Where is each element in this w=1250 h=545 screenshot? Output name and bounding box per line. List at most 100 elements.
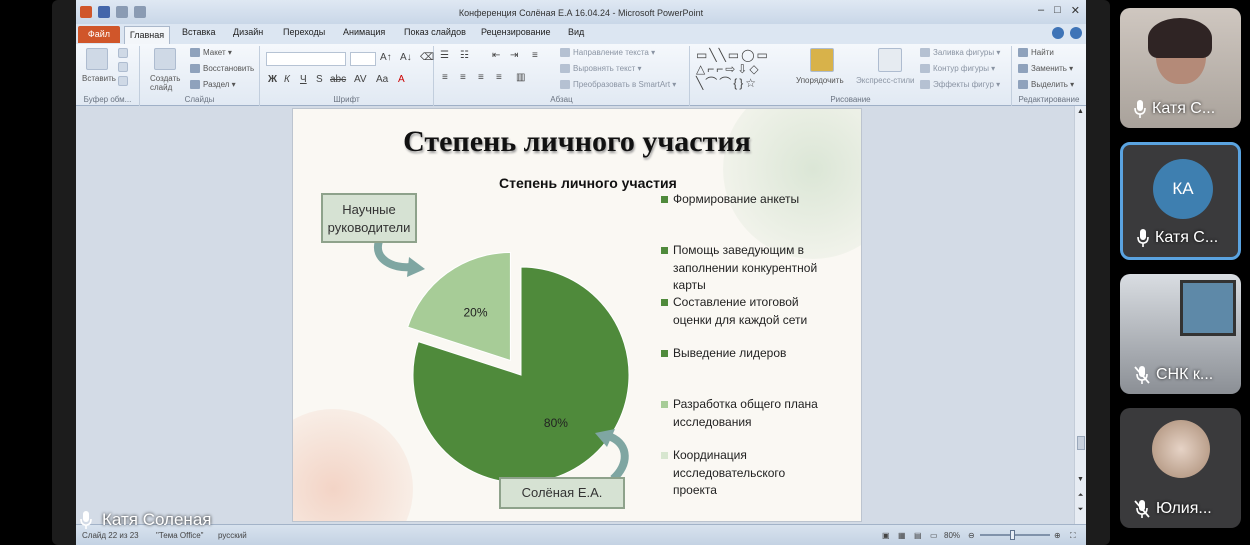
arrange-button[interactable]: Упорядочить [796, 76, 844, 85]
font-size-select[interactable] [350, 52, 376, 66]
paste-button[interactable]: Вставить [82, 74, 116, 83]
slides-group: Создать слайд Макет ▾ Восстановить Разде… [140, 46, 260, 106]
vertical-scrollbar[interactable]: ▲ ▼ ⏶ ⏷ [1074, 106, 1086, 524]
help-icon[interactable] [1070, 27, 1082, 39]
quick-styles-icon[interactable] [878, 48, 902, 72]
zoom-level[interactable]: 80% [944, 531, 960, 540]
zoom-slider-knob[interactable] [1010, 530, 1015, 540]
find-button[interactable]: Найти [1018, 48, 1054, 58]
align-right-icon[interactable]: ≡ [478, 72, 484, 83]
font-family-select[interactable] [266, 52, 346, 66]
justify-icon[interactable]: ≡ [496, 72, 502, 83]
editing-group-label: Редактирование [1018, 95, 1080, 104]
legend-swatch [661, 247, 668, 254]
char-spacing-button[interactable]: AV [354, 74, 367, 85]
new-slide-icon[interactable] [154, 48, 176, 70]
scroll-thumb[interactable] [1077, 436, 1085, 450]
shape-effects-button[interactable]: Эффекты фигур ▾ [920, 80, 1000, 90]
zoom-slider[interactable] [980, 530, 1050, 540]
next-slide-icon[interactable]: ⏷ [1075, 506, 1086, 514]
participant-tile-active[interactable]: КА Катя С... [1120, 142, 1241, 260]
tab-animation[interactable]: Анимация [343, 27, 385, 37]
align-center-icon[interactable]: ≡ [460, 72, 466, 83]
tab-review[interactable]: Рецензирование [481, 27, 551, 37]
indent-increase-icon[interactable]: ⇥ [510, 50, 518, 61]
arrange-icon[interactable] [810, 48, 834, 72]
bullets-icon[interactable]: ☰ [440, 50, 449, 61]
numbering-icon[interactable]: ☷ [460, 50, 469, 61]
change-case-button[interactable]: Aa [376, 74, 388, 85]
line-spacing-icon[interactable]: ≡ [532, 50, 538, 61]
bold-button[interactable]: Ж [268, 74, 277, 85]
participant-tile[interactable]: Юлия... [1120, 408, 1241, 528]
shapes-gallery[interactable]: ▭╲╲▭◯▭ △⌐⌐⇨⇩◇ ╲⌒⌒{}☆ [696, 48, 786, 90]
close-icon[interactable]: ✕ [1071, 4, 1080, 17]
tab-file[interactable]: Файл [78, 26, 120, 43]
select-label: Выделить [1031, 80, 1068, 89]
replace-button[interactable]: Заменить ▾ [1018, 64, 1073, 74]
minimize-icon[interactable]: – [1038, 4, 1044, 17]
layout-button[interactable]: Макет ▾ [190, 48, 232, 58]
slide[interactable]: Степень личного участия 20% 80% Степень … [292, 108, 862, 522]
section-button[interactable]: Раздел ▾ [190, 80, 236, 90]
align-text-button[interactable]: Выровнять текст ▾ [560, 64, 642, 74]
language[interactable]: русский [218, 531, 247, 540]
zoom-out-icon[interactable]: ⊖ [968, 531, 975, 540]
reset-button[interactable]: Восстановить [190, 64, 254, 74]
tab-transitions[interactable]: Переходы [283, 27, 325, 37]
tab-home[interactable]: Главная [124, 26, 170, 44]
prev-slide-icon[interactable]: ⏶ [1075, 492, 1086, 500]
underline-button[interactable]: Ч [300, 74, 307, 85]
participant-name: СНК к... [1134, 366, 1213, 384]
legend-label: Выведение лидеров [673, 346, 787, 360]
align-left-icon[interactable]: ≡ [442, 72, 448, 83]
tab-view[interactable]: Вид [568, 27, 584, 37]
maximize-icon[interactable]: □ [1054, 4, 1061, 17]
new-slide-button[interactable]: Создать слайд [150, 74, 184, 92]
slideshow-view-icon[interactable]: ▭ [930, 531, 938, 540]
ribbon-collapse-icon[interactable] [1052, 27, 1064, 39]
tab-insert[interactable]: Вставка [182, 27, 215, 37]
legend-item: Составление итоговой оценки для каждой с… [661, 294, 831, 329]
reading-view-icon[interactable]: ▤ [914, 531, 922, 540]
callout-supervisors[interactable]: Научные руководители [321, 193, 417, 243]
italic-button[interactable]: К [284, 74, 290, 85]
copy-icon[interactable] [118, 62, 128, 72]
columns-icon[interactable]: ▥ [516, 72, 525, 83]
callout-arrow-top-head [407, 257, 425, 277]
indent-decrease-icon[interactable]: ⇤ [492, 50, 500, 61]
zoom-in-icon[interactable]: ⊕ [1054, 531, 1061, 540]
scroll-up-icon[interactable]: ▲ [1075, 108, 1086, 115]
ribbon: Вставить Буфер обм... Создать слайд Маке… [76, 44, 1086, 106]
font-color-button[interactable]: A [398, 74, 405, 85]
strikethrough-button[interactable]: abc [330, 74, 346, 85]
text-direction-button[interactable]: Направление текста ▾ [560, 48, 655, 58]
shadow-button[interactable]: S [316, 74, 323, 85]
theme-name: "Тема Office" [156, 531, 204, 540]
sorter-view-icon[interactable]: ▦ [898, 531, 906, 540]
callout-author[interactable]: Солёная Е.А. [499, 477, 625, 509]
participant-tile[interactable]: СНК к... [1120, 274, 1241, 394]
participant-tile[interactable]: Катя С... [1120, 8, 1241, 128]
cut-icon[interactable] [118, 48, 128, 58]
shrink-font-icon[interactable]: A↓ [400, 52, 412, 63]
tab-design[interactable]: Дизайн [233, 27, 263, 37]
section-icon [190, 80, 200, 90]
select-button[interactable]: Выделить ▾ [1018, 80, 1074, 90]
shape-outline-button[interactable]: Контур фигуры ▾ [920, 64, 995, 74]
clear-format-icon[interactable]: ⌫ [420, 52, 434, 63]
quick-styles-button[interactable]: Экспресс-стили [856, 76, 915, 85]
shape-fill-button[interactable]: Заливка фигуры ▾ [920, 48, 1000, 58]
legend-swatch [661, 452, 668, 459]
fit-slide-icon[interactable]: ⛶ [1070, 531, 1076, 541]
format-painter-icon[interactable] [118, 76, 128, 86]
scroll-down-icon[interactable]: ▼ [1075, 476, 1086, 483]
mic-icon [1134, 100, 1146, 118]
grow-font-icon[interactable]: A↑ [380, 52, 392, 63]
paste-icon[interactable] [86, 48, 108, 70]
smartart-button[interactable]: Преобразовать в SmartArt ▾ [560, 80, 676, 90]
tab-slideshow[interactable]: Показ слайдов [404, 27, 466, 37]
shape-fill-label: Заливка фигуры [933, 48, 995, 57]
normal-view-icon[interactable]: ▣ [882, 531, 890, 540]
shape-outline-icon [920, 64, 930, 74]
